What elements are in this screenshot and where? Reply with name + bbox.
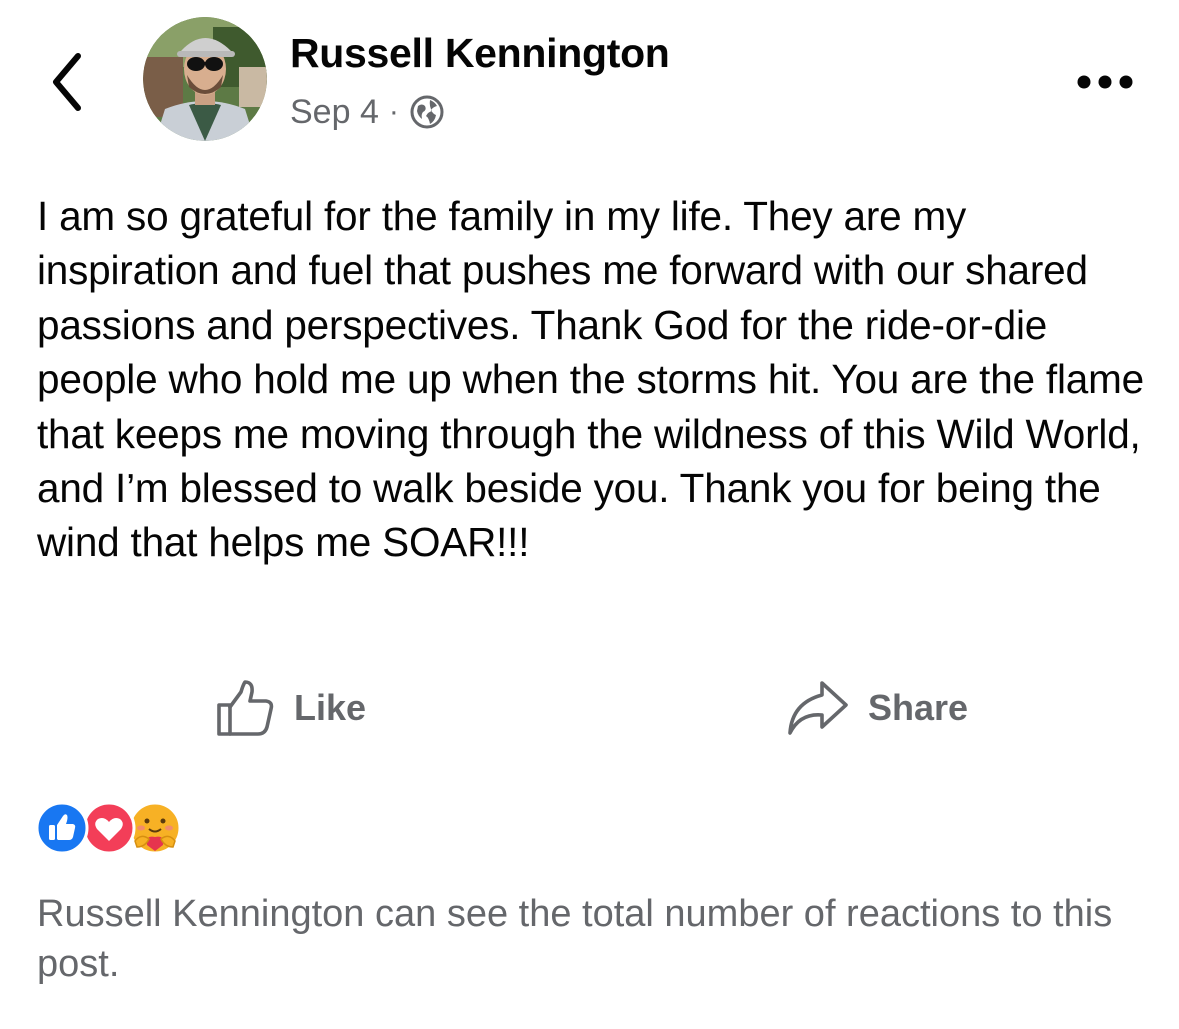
share-button[interactable]: Share: [786, 676, 968, 740]
globe-icon[interactable]: [409, 94, 445, 130]
chevron-left-icon: [53, 53, 81, 111]
reactions-visibility-note: Russell Kennington can see the total num…: [37, 893, 1113, 985]
back-button[interactable]: [40, 44, 100, 120]
like-reaction-icon: [35, 801, 89, 855]
profile-photo: [143, 17, 267, 141]
meta-separator: ·: [388, 95, 399, 128]
like-label: Like: [294, 687, 367, 728]
reactions-summary[interactable]: [35, 801, 185, 855]
care-reaction-icon: [128, 801, 182, 855]
post-text: I am so grateful for the family in my li…: [37, 193, 1144, 566]
thumbs-up-icon: [217, 680, 274, 736]
share-arrow-icon: [788, 681, 848, 735]
like-button[interactable]: Like: [214, 676, 366, 740]
love-reaction-icon: [82, 801, 136, 855]
ellipsis-icon: [1077, 75, 1133, 89]
post-timestamp[interactable]: Sep 4: [290, 93, 379, 132]
avatar[interactable]: [143, 17, 267, 141]
share-label: Share: [868, 687, 969, 728]
author-name[interactable]: Russell Kennington: [290, 30, 670, 77]
post-meta: Sep 4 ·: [290, 90, 445, 134]
more-options-button[interactable]: [1070, 62, 1140, 102]
